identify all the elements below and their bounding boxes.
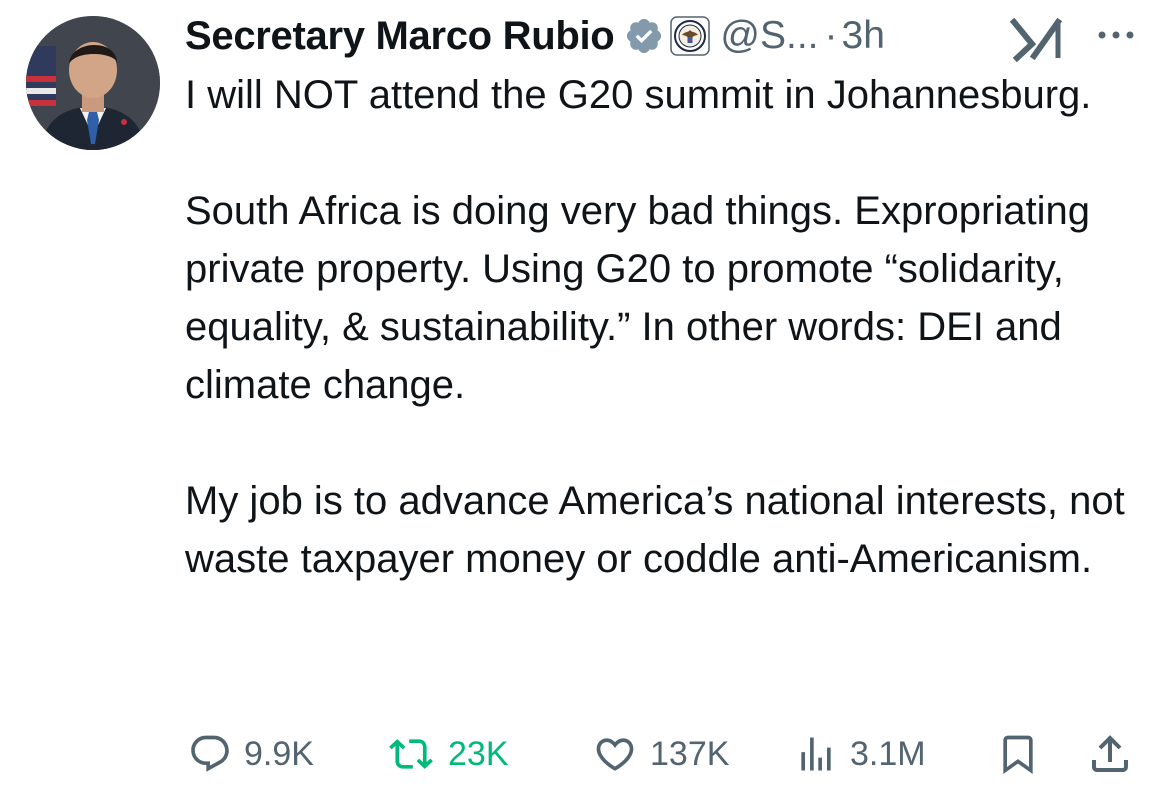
views-count: 3.1M	[850, 734, 926, 773]
share-button[interactable]	[1086, 724, 1134, 784]
heart-icon	[592, 732, 638, 776]
tweet-text: I will NOT attend the G20 summit in Joha…	[185, 66, 1145, 588]
tweet-paragraph: South Africa is doing very bad things. E…	[185, 189, 1090, 407]
more-icon[interactable]	[1092, 20, 1140, 50]
author-name[interactable]: Secretary Marco Rubio	[185, 14, 615, 59]
tweet-time[interactable]: 3h	[842, 14, 885, 58]
views-button[interactable]: 3.1M	[794, 724, 926, 784]
author-handle[interactable]: @S...	[720, 14, 818, 58]
action-bar: 9.9K 23K 137K 3.1M	[0, 724, 1170, 784]
bookmark-icon	[996, 730, 1040, 778]
bookmark-button[interactable]	[996, 724, 1040, 784]
grok-icon[interactable]	[1009, 16, 1066, 63]
verified-badge-icon[interactable]	[624, 16, 664, 56]
tweet-paragraph: My job is to advance America’s national …	[185, 479, 1125, 581]
like-count: 137K	[650, 734, 730, 773]
retweet-icon	[386, 732, 436, 776]
reply-count: 9.9K	[244, 734, 314, 773]
tweet-paragraph: I will NOT attend the G20 summit in Joha…	[185, 73, 1092, 117]
avatar[interactable]	[26, 16, 160, 150]
reply-icon	[188, 732, 232, 776]
retweet-count: 23K	[448, 734, 509, 773]
tweet-header: Secretary Marco Rubio @S... · 3h	[185, 8, 885, 64]
views-icon	[794, 732, 838, 776]
share-icon	[1086, 730, 1134, 778]
reply-button[interactable]: 9.9K	[188, 724, 314, 784]
retweet-button[interactable]: 23K	[386, 724, 509, 784]
state-department-seal-icon[interactable]	[670, 16, 711, 56]
like-button[interactable]: 137K	[592, 724, 729, 784]
separator-dot: ·	[824, 14, 838, 57]
